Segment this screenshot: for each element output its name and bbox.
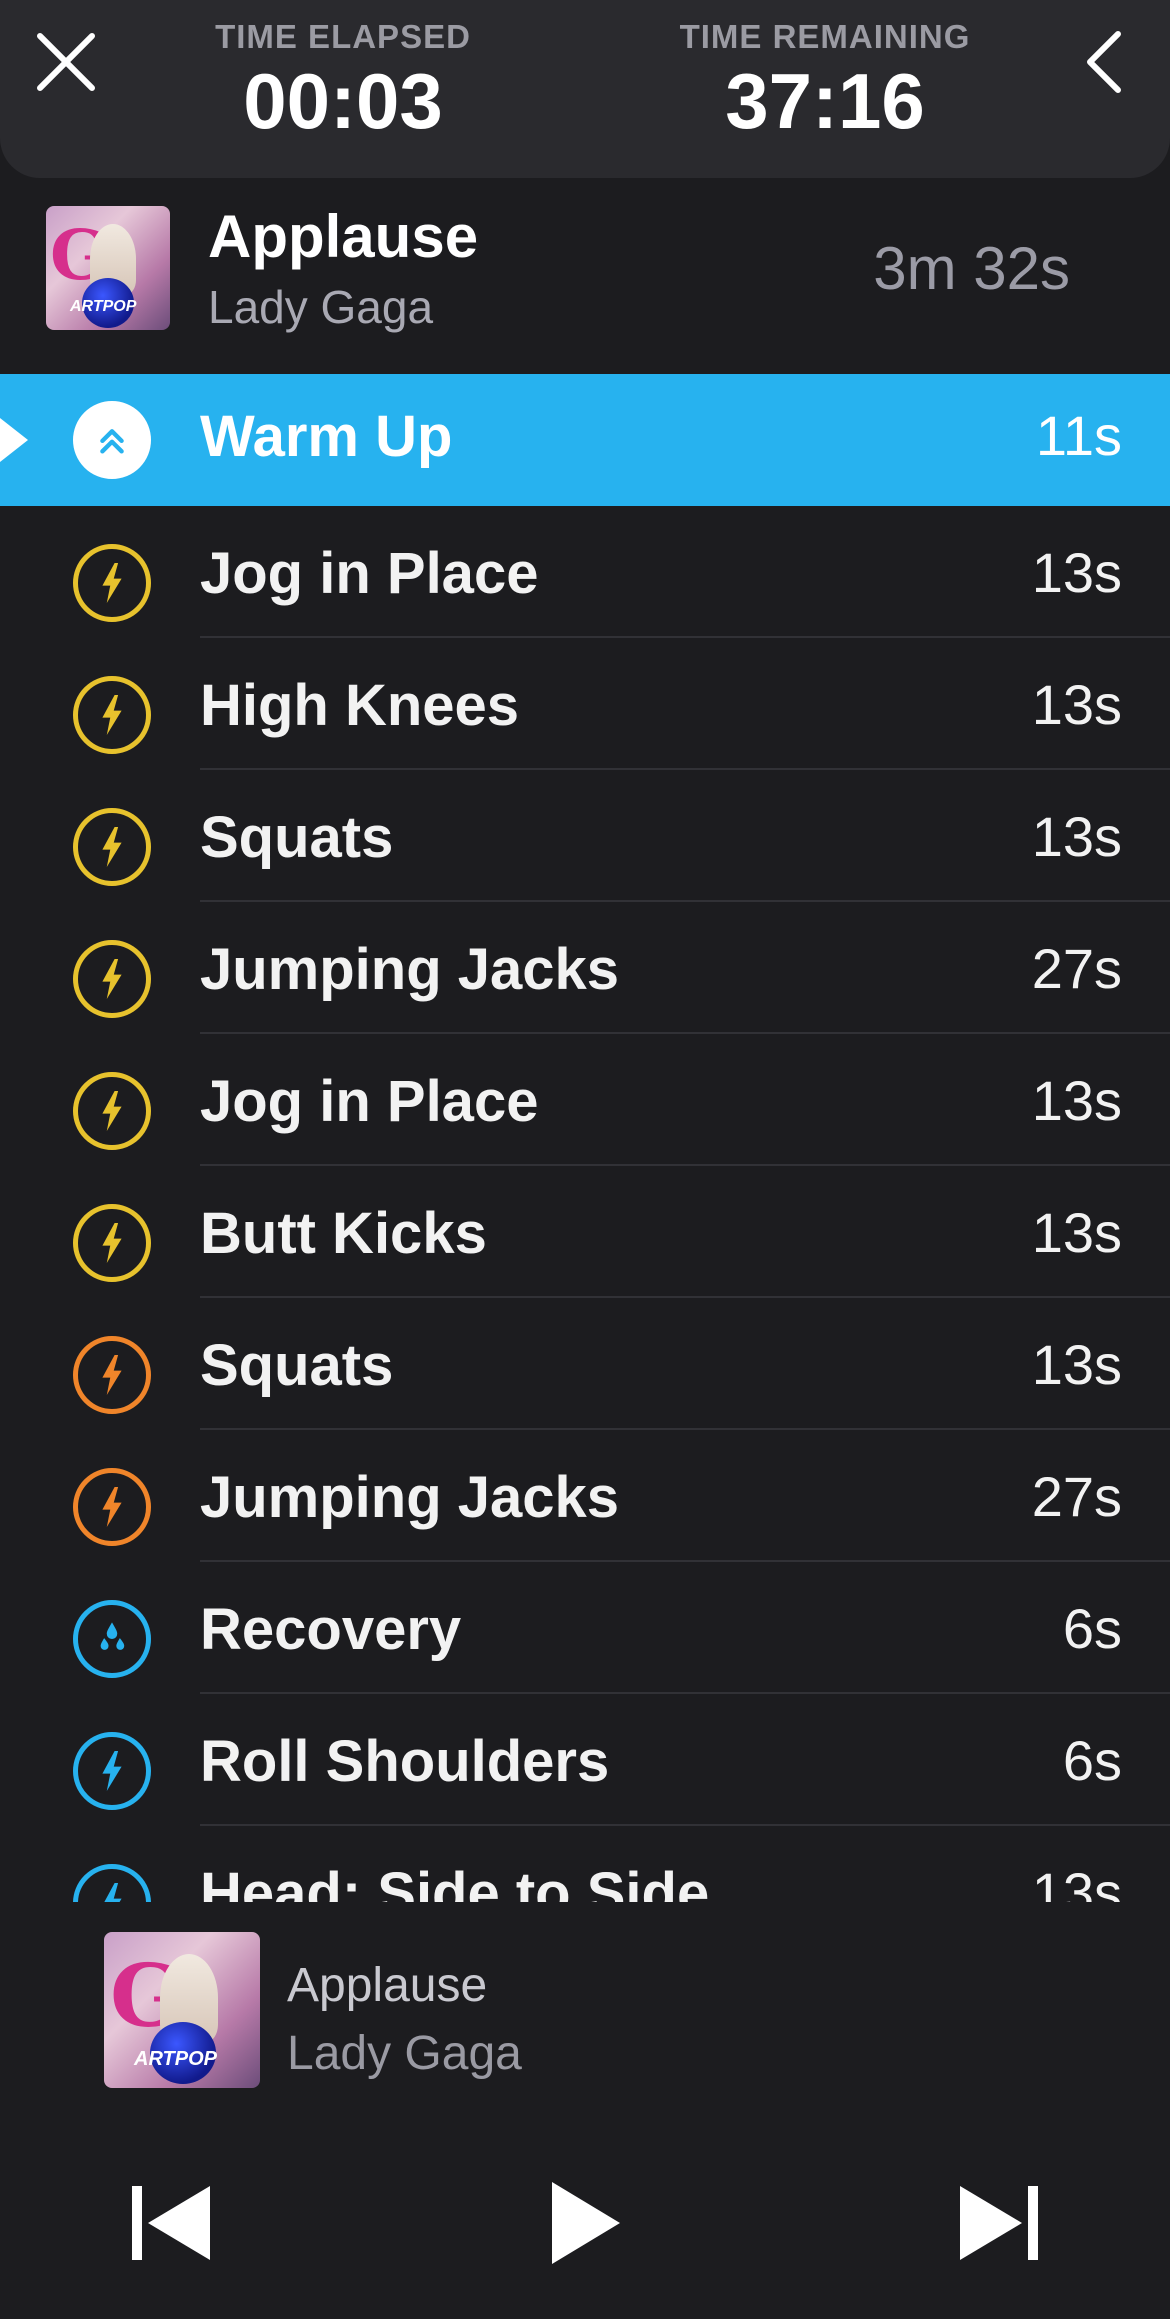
lightning-icon	[73, 1336, 151, 1414]
exercise-row[interactable]: Jog in Place 13s	[0, 506, 1170, 638]
play-button[interactable]	[532, 2178, 632, 2268]
play-icon	[552, 2182, 620, 2264]
exercise-name: Warm Up	[200, 404, 453, 469]
exercise-duration: 27s	[1031, 1465, 1122, 1528]
next-button[interactable]	[950, 2178, 1050, 2268]
exercise-duration: 13s	[1031, 541, 1122, 604]
skip-previous-icon	[132, 2186, 210, 2260]
lightning-icon	[73, 676, 151, 754]
exercise-duration: 11s	[1035, 404, 1122, 467]
time-elapsed-label: TIME ELAPSED	[215, 18, 471, 55]
song-duration: 3m 32s	[873, 235, 1070, 302]
exercise-name: Squats	[200, 805, 394, 870]
exercise-name: Jog in Place	[200, 541, 539, 606]
skip-next-icon	[960, 2186, 1038, 2260]
player-song-title: Applause	[287, 1959, 488, 2012]
exercise-list[interactable]: Warm Up 11s Jog in Place 13s High Knees 13s Sq…	[0, 374, 1170, 1902]
timer-header: TIME ELAPSED 00:03 TIME REMAINING 37:16	[0, 0, 1170, 178]
time-remaining-label: TIME REMAINING	[679, 18, 971, 55]
lightning-icon	[73, 1864, 151, 1902]
time-elapsed-value: 00:03	[243, 57, 443, 145]
exercise-row[interactable]: Butt Kicks 13s	[0, 1166, 1170, 1298]
exercise-duration: 13s	[1031, 1069, 1122, 1132]
exercise-name: Head: Side to Side	[200, 1861, 710, 1902]
exercise-row[interactable]: Warm Up 11s	[0, 374, 1170, 506]
album-art-text: ARTPOP	[70, 298, 137, 315]
song-artist: Lady Gaga	[208, 281, 434, 333]
album-art: G ARTPOP	[46, 206, 170, 330]
chevron-left-icon	[1087, 31, 1121, 93]
exercise-duration: 6s	[1062, 1729, 1122, 1792]
exercise-duration: 13s	[1031, 1201, 1122, 1264]
exercise-name: Squats	[200, 1333, 394, 1398]
close-icon	[37, 33, 95, 91]
back-button[interactable]	[1068, 26, 1140, 98]
double-chevron-up-icon	[73, 401, 151, 479]
player-song-artist: Lady Gaga	[287, 2027, 522, 2080]
exercise-name: Roll Shoulders	[200, 1729, 610, 1794]
water-drops-icon	[73, 1600, 151, 1678]
exercise-duration: 13s	[1031, 1861, 1122, 1902]
current-song[interactable]: G ARTPOP Applause Lady Gaga 3m 32s	[0, 198, 1170, 373]
exercise-duration: 13s	[1031, 805, 1122, 868]
exercise-row[interactable]: Roll Shoulders 6s	[0, 1694, 1170, 1826]
exercise-row[interactable]: Squats 13s	[0, 1298, 1170, 1430]
exercise-name: Jumping Jacks	[200, 937, 620, 1002]
player-album-art: G ARTPOP	[104, 1932, 260, 2088]
exercise-row[interactable]: Recovery 6s	[0, 1562, 1170, 1694]
exercise-row[interactable]: High Knees 13s	[0, 638, 1170, 770]
exercise-name: Butt Kicks	[200, 1201, 487, 1266]
music-player: G ARTPOP Applause Lady Gaga	[0, 1902, 1170, 2319]
previous-button[interactable]	[122, 2178, 222, 2268]
time-remaining: TIME REMAINING 37:16	[645, 18, 1005, 140]
exercise-row[interactable]: Head: Side to Side 13s	[0, 1826, 1170, 1902]
exercise-duration: 13s	[1031, 1333, 1122, 1396]
song-title: Applause	[208, 203, 479, 270]
exercise-row[interactable]: Jog in Place 13s	[0, 1034, 1170, 1166]
lightning-icon	[73, 1072, 151, 1150]
player-album-art-text: ARTPOP	[134, 2048, 217, 2070]
exercise-duration: 27s	[1031, 937, 1122, 1000]
time-remaining-value: 37:16	[725, 57, 925, 145]
lightning-icon	[73, 544, 151, 622]
time-elapsed: TIME ELAPSED 00:03	[163, 18, 523, 140]
exercise-name: Jog in Place	[200, 1069, 539, 1134]
lightning-icon	[73, 940, 151, 1018]
exercise-duration: 13s	[1031, 673, 1122, 736]
lightning-icon	[73, 1732, 151, 1810]
exercise-duration: 6s	[1062, 1597, 1122, 1660]
exercise-row[interactable]: Squats 13s	[0, 770, 1170, 902]
exercise-row[interactable]: Jumping Jacks 27s	[0, 902, 1170, 1034]
lightning-icon	[73, 808, 151, 886]
exercise-name: Recovery	[200, 1597, 462, 1662]
lightning-icon	[73, 1204, 151, 1282]
exercise-name: Jumping Jacks	[200, 1465, 620, 1530]
current-exercise-marker	[0, 418, 28, 462]
lightning-icon	[73, 1468, 151, 1546]
exercise-row[interactable]: Jumping Jacks 27s	[0, 1430, 1170, 1562]
exercise-name: High Knees	[200, 673, 520, 738]
close-button[interactable]	[30, 26, 102, 98]
